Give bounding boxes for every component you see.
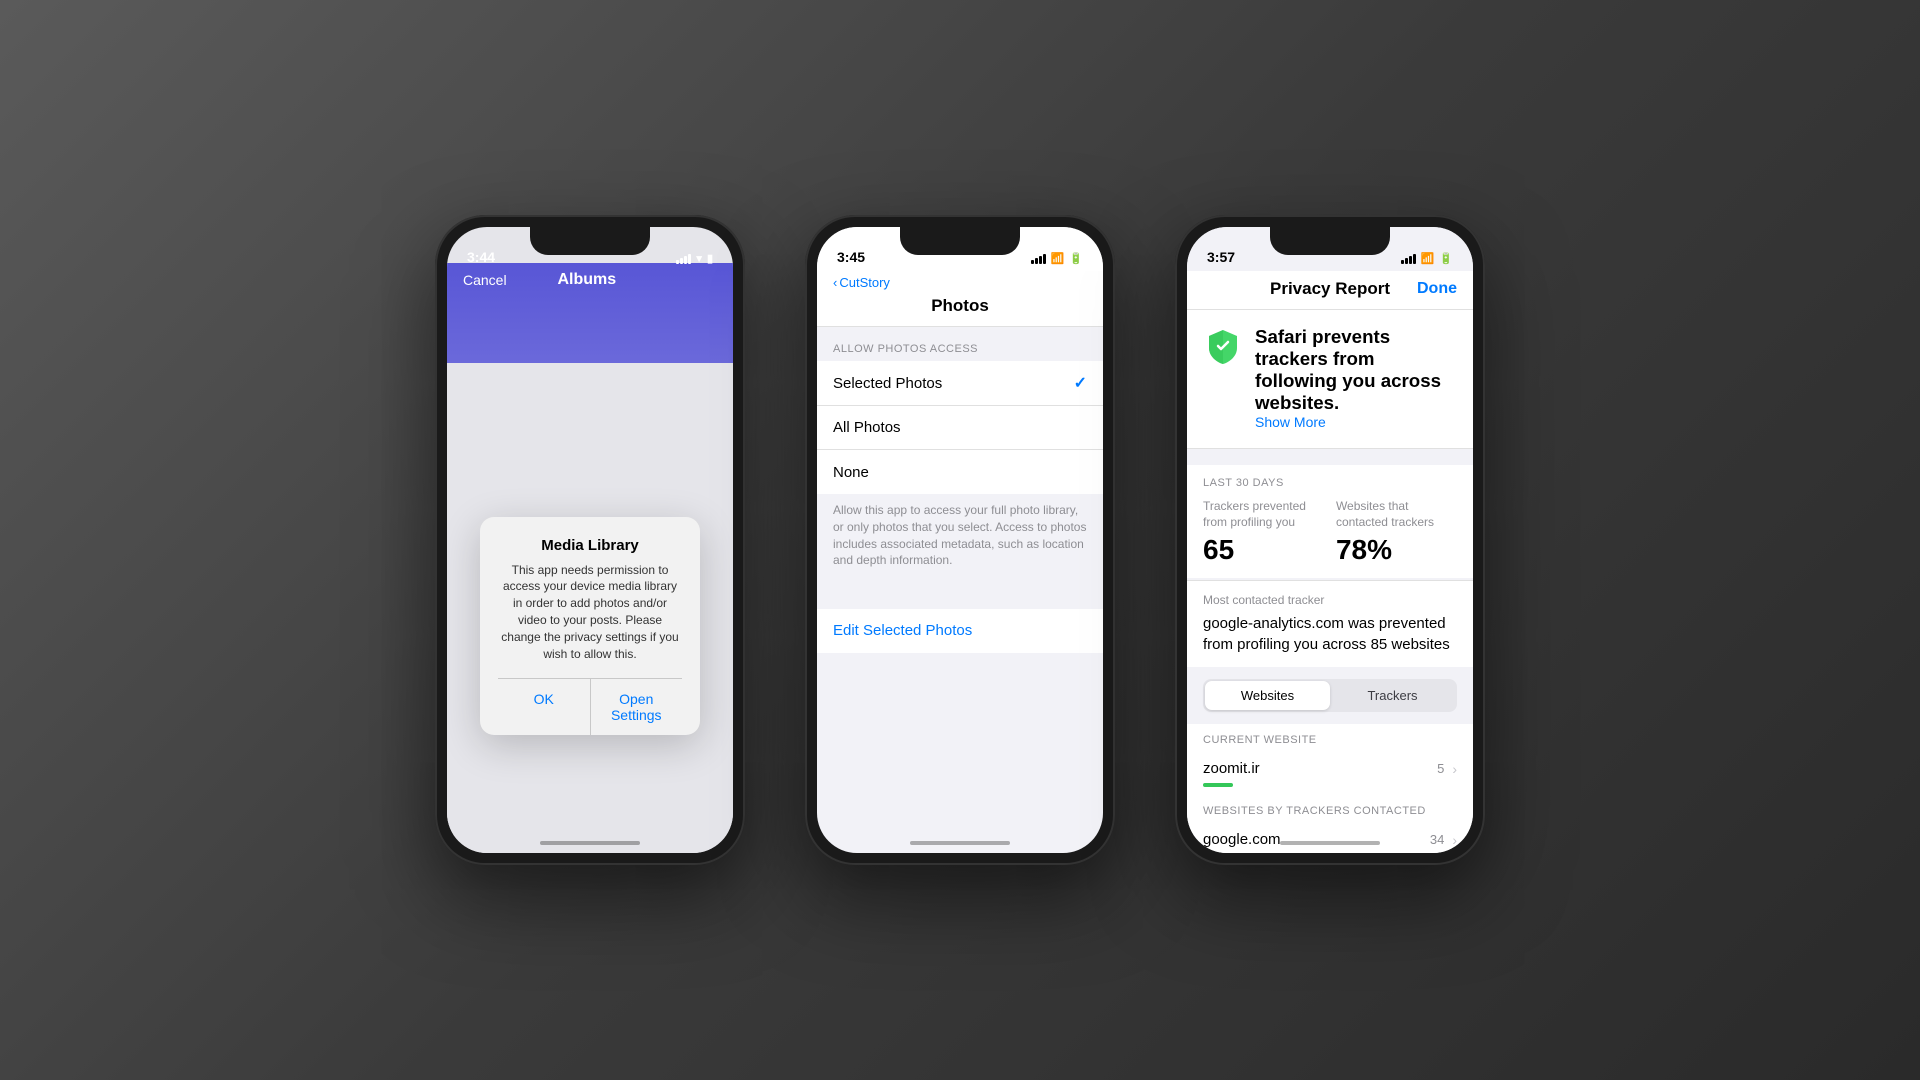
ok-button[interactable]: OK	[498, 679, 591, 735]
open-settings-button[interactable]: Open Settings	[591, 679, 683, 735]
most-contacted-label: Most contacted tracker	[1203, 593, 1457, 607]
trackers-prevented-desc: Trackers preventedfrom profiling you	[1203, 499, 1306, 530]
privacy-shield-icon	[1203, 326, 1243, 366]
home-bar-1	[540, 841, 640, 845]
last-30-days-label: LAST 30 DAYS	[1203, 477, 1457, 489]
status-icons-2: 📶 🔋	[1031, 252, 1083, 265]
show-more-link[interactable]: Show More	[1255, 414, 1326, 430]
status-time-1: 3:44	[467, 249, 495, 265]
dialog-buttons: OK Open Settings	[498, 678, 682, 735]
privacy-hero-text: Safari prevents trackers from following …	[1255, 326, 1457, 414]
tab-websites[interactable]: Websites	[1205, 681, 1330, 710]
battery-icon-3: 🔋	[1439, 252, 1453, 265]
phone-3-screen: 3:57 📶 🔋 Privacy Report Done	[1187, 227, 1473, 853]
notch-2	[900, 227, 1020, 255]
photos-title: Photos	[849, 296, 1071, 316]
battery-icon-1: ▮	[707, 252, 713, 265]
all-photos-row[interactable]: All Photos	[817, 406, 1103, 450]
cancel-button[interactable]: Cancel	[463, 272, 507, 288]
trackers-by-label: WEBSITES BY TRACKERS CONTACTED	[1187, 795, 1473, 823]
back-label: CutStory	[839, 275, 890, 290]
current-website-label: CURRENT WEBSITE	[1203, 724, 1457, 752]
phone-1-screen: 3:44 ▾ ▮ Cancel Albums	[447, 227, 733, 853]
photos-description: Allow this app to access your full photo…	[817, 494, 1103, 581]
zoomit-chevron-icon: ›	[1452, 761, 1457, 777]
phone-3: 3:57 📶 🔋 Privacy Report Done	[1175, 215, 1485, 865]
trackers-prevented-stat: Trackers preventedfrom profiling you 65	[1203, 499, 1306, 566]
selected-checkmark: ✓	[1074, 373, 1087, 393]
zoomit-row[interactable]: zoomit.ir 5 ›	[1203, 752, 1457, 795]
edit-selected-photos-row[interactable]: Edit Selected Photos	[817, 609, 1103, 653]
phone2-nav: ‹ CutStory Photos	[817, 271, 1103, 327]
notch-1	[530, 227, 650, 255]
done-button[interactable]: Done	[1417, 280, 1457, 298]
google-row[interactable]: google.com 34 ›	[1203, 823, 1457, 853]
signal-icon-1	[676, 253, 691, 264]
status-time-3: 3:57	[1207, 249, 1235, 265]
status-time-2: 3:45	[837, 249, 865, 265]
phone1-header: Cancel Albums	[447, 263, 733, 363]
media-library-dialog: Media Library This app needs permission …	[480, 517, 700, 736]
photos-options-group: Selected Photos ✓ All Photos None	[817, 361, 1103, 494]
tab-trackers[interactable]: Trackers	[1330, 681, 1455, 710]
none-label: None	[833, 464, 869, 481]
phone1-content: Media Library This app needs permission …	[447, 363, 733, 853]
notch-3	[1270, 227, 1390, 255]
wifi-icon-3: 📶	[1421, 252, 1435, 265]
allow-photos-label: ALLOW PHOTOS ACCESS	[817, 327, 1103, 361]
signal-icon-3	[1401, 253, 1416, 264]
home-bar-3	[1280, 841, 1380, 845]
google-chevron-icon: ›	[1452, 832, 1457, 848]
trackers-prevented-value: 65	[1203, 534, 1306, 566]
none-row[interactable]: None	[817, 450, 1103, 494]
privacy-report-nav: Privacy Report Done	[1187, 271, 1473, 310]
current-website-section: CURRENT WEBSITE zoomit.ir 5 ›	[1187, 724, 1473, 795]
websites-contacted-desc: Websites thatcontacted trackers	[1336, 499, 1434, 530]
trackers-websites-list: google.com 34 › lifewire.com 17 ›	[1187, 823, 1473, 853]
most-contacted-text: google-analytics.com was prevented from …	[1203, 613, 1457, 655]
albums-title: Albums	[557, 271, 616, 289]
all-photos-label: All Photos	[833, 419, 901, 436]
most-contacted-section: Most contacted tracker google-analytics.…	[1187, 580, 1473, 667]
phone-1: 3:44 ▾ ▮ Cancel Albums	[435, 215, 745, 865]
edit-selected-photos-label: Edit Selected Photos	[833, 622, 972, 639]
phone-2-screen: 3:45 📶 🔋 ‹ CutStory Pho	[817, 227, 1103, 853]
zoomit-count: 5	[1437, 761, 1444, 776]
privacy-hero: Safari prevents trackers from following …	[1187, 310, 1473, 449]
status-icons-3: 📶 🔋	[1401, 252, 1453, 265]
wifi-icon-2: 📶	[1051, 252, 1065, 265]
selected-photos-label: Selected Photos	[833, 375, 942, 392]
google-name: google.com	[1203, 831, 1281, 848]
signal-icon-2	[1031, 253, 1046, 264]
stats-section: LAST 30 DAYS Trackers preventedfrom prof…	[1187, 465, 1473, 578]
tab-switcher: Websites Trackers	[1203, 679, 1457, 712]
zoomit-bar	[1203, 783, 1233, 787]
websites-contacted-value: 78%	[1336, 534, 1434, 566]
back-button[interactable]: ‹ CutStory	[833, 275, 890, 290]
phone-2: 3:45 📶 🔋 ‹ CutStory Pho	[805, 215, 1115, 865]
dialog-title: Media Library	[498, 537, 682, 554]
dialog-body: This app needs permission to access your…	[498, 562, 682, 663]
zoomit-name: zoomit.ir	[1203, 760, 1260, 777]
google-count: 34	[1430, 832, 1444, 847]
privacy-report-title: Privacy Report	[1270, 279, 1390, 299]
privacy-hero-content: Safari prevents trackers from following …	[1255, 326, 1457, 432]
home-bar-2	[910, 841, 1010, 845]
back-chevron-icon: ‹	[833, 275, 837, 290]
websites-contacted-stat: Websites thatcontacted trackers 78%	[1336, 499, 1434, 566]
wifi-icon-1: ▾	[696, 252, 702, 265]
stats-row: Trackers preventedfrom profiling you 65 …	[1203, 499, 1457, 566]
selected-photos-row[interactable]: Selected Photos ✓	[817, 361, 1103, 406]
photos-nav-title: Photos	[833, 296, 1087, 316]
status-icons-1: ▾ ▮	[676, 252, 713, 265]
back-row: ‹ CutStory	[833, 275, 1087, 290]
battery-icon-2: 🔋	[1069, 252, 1083, 265]
